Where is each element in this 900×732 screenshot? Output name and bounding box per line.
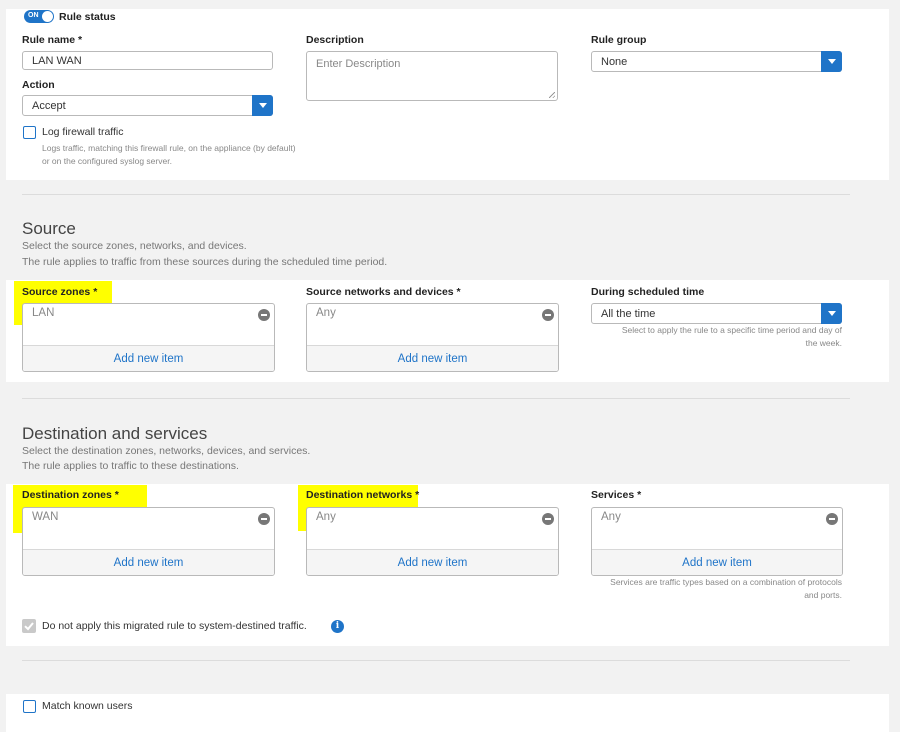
add-new-item-button[interactable]: Add new item <box>592 549 842 575</box>
migrated-rule-label: Do not apply this migrated rule to syste… <box>42 620 307 632</box>
source-zones-list: LAN Add new item <box>22 303 275 372</box>
description-placeholder: Enter Description <box>316 58 401 70</box>
rule-name-value: LAN WAN <box>32 54 82 67</box>
scheduled-time-select[interactable]: All the time <box>591 303 842 324</box>
destination-networks-label: Destination networks * <box>306 489 420 501</box>
scheduled-time-hint: Select to apply the rule to a specific t… <box>621 325 842 348</box>
scheduled-time-label: During scheduled time <box>591 286 705 298</box>
divider <box>22 398 850 399</box>
destination-desc-line1: Select the destination zones, networks, … <box>22 445 311 457</box>
chevron-down-icon[interactable] <box>821 51 842 72</box>
destination-zones-list: WAN Add new item <box>22 507 275 576</box>
migrated-rule-checkbox[interactable] <box>22 619 36 633</box>
rule-name-label: Rule name * <box>22 34 83 46</box>
source-title: Source <box>22 219 76 238</box>
destination-zones-label: Destination zones * <box>22 489 119 501</box>
action-select[interactable]: Accept <box>22 95 273 116</box>
services-list: Any Add new item <box>591 507 843 576</box>
source-networks-label: Source networks and devices * <box>306 286 461 298</box>
log-firewall-hint: Logs traffic, matching this firewall rul… <box>42 143 296 166</box>
users-panel <box>6 694 889 732</box>
rule-group-label: Rule group <box>591 34 647 46</box>
description-label: Description <box>306 34 364 46</box>
rule-status-toggle[interactable]: ON <box>24 10 54 23</box>
remove-icon[interactable] <box>542 513 554 525</box>
chevron-down-icon[interactable] <box>821 303 842 324</box>
info-icon[interactable]: i <box>331 620 344 633</box>
log-firewall-checkbox[interactable] <box>23 126 36 139</box>
rule-status-label: Rule status <box>59 11 116 23</box>
remove-icon[interactable] <box>542 309 554 321</box>
list-item: Any <box>601 511 621 523</box>
list-item: Any <box>316 511 336 523</box>
add-new-item-button[interactable]: Add new item <box>307 549 558 575</box>
source-desc-line1: Select the source zones, networks, and d… <box>22 240 247 252</box>
services-hint: Services are traffic types based on a co… <box>610 577 842 600</box>
action-label: Action <box>22 79 55 91</box>
rule-group-select[interactable]: None <box>591 51 842 72</box>
add-new-item-button[interactable]: Add new item <box>307 345 558 371</box>
toggle-knob <box>42 11 53 22</box>
match-known-users-label: Match known users <box>42 700 133 712</box>
destination-title: Destination and services <box>22 424 208 443</box>
list-item: WAN <box>32 511 59 523</box>
source-networks-list: Any Add new item <box>306 303 559 372</box>
list-item: LAN <box>32 307 55 319</box>
chevron-down-icon[interactable] <box>252 95 273 116</box>
divider <box>22 660 850 661</box>
toggle-on-label: ON <box>28 12 39 19</box>
divider <box>22 194 850 195</box>
add-new-item-button[interactable]: Add new item <box>23 549 274 575</box>
source-desc-line2: The rule applies to traffic from these s… <box>22 256 388 268</box>
source-zones-label: Source zones * <box>22 286 98 298</box>
scheduled-time-value: All the time <box>601 307 656 320</box>
match-known-users-checkbox[interactable] <box>23 700 36 713</box>
log-firewall-label: Log firewall traffic <box>42 126 124 138</box>
destination-networks-list: Any Add new item <box>306 507 559 576</box>
list-item: Any <box>316 307 336 319</box>
destination-desc-line2: The rule applies to traffic to these des… <box>22 460 239 472</box>
remove-icon[interactable] <box>258 513 270 525</box>
remove-icon[interactable] <box>826 513 838 525</box>
checkmark-icon <box>24 622 34 631</box>
services-label: Services * <box>591 489 642 501</box>
add-new-item-button[interactable]: Add new item <box>23 345 274 371</box>
rule-name-input[interactable]: LAN WAN <box>22 51 273 70</box>
resize-grip-icon[interactable] <box>549 92 555 98</box>
rule-group-value: None <box>601 55 628 68</box>
remove-icon[interactable] <box>258 309 270 321</box>
description-textarea[interactable]: Enter Description <box>306 51 558 101</box>
action-value: Accept <box>32 99 66 112</box>
